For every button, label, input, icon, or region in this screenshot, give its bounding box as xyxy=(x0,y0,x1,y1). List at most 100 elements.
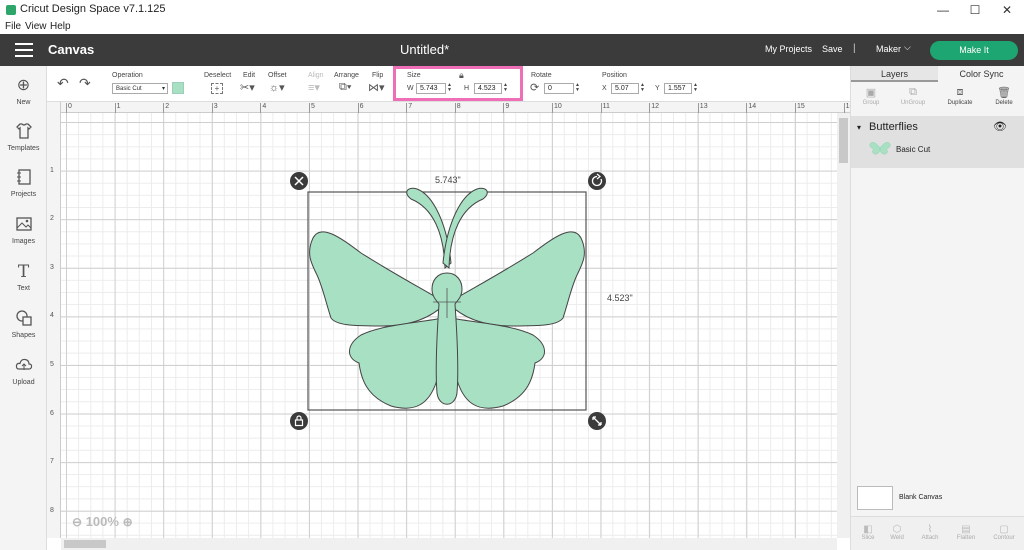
lock-icon[interactable]: 🔒︎ xyxy=(459,70,464,81)
trash-icon: 🗑︎ xyxy=(997,87,1011,99)
align-icon: ≡▾ xyxy=(308,82,320,94)
rotate-stepper-icon[interactable]: ▲ ▼ xyxy=(575,83,580,93)
ruler-left: 1 2 3 4 5 6 7 8 xyxy=(47,102,61,538)
y-position-field[interactable]: 1.557 xyxy=(664,83,692,94)
attach-button[interactable]: ⌇ Attach xyxy=(913,524,947,541)
images-tool[interactable]: Images xyxy=(0,215,47,245)
ungroup-button[interactable]: ⧉ UnGroup xyxy=(893,86,933,106)
eye-icon[interactable]: 👁︎ xyxy=(993,120,1007,133)
zoom-level: 100% xyxy=(85,514,119,529)
flip-label: Flip xyxy=(372,72,384,79)
operation-color-swatch[interactable] xyxy=(172,82,184,94)
collapse-arrow-icon[interactable]: ▾ xyxy=(857,123,861,132)
ruler-left-tick: 5 xyxy=(50,361,54,368)
ungroup-label: UnGroup xyxy=(900,100,926,106)
ruler-left-tick: 7 xyxy=(50,458,54,466)
ruler-top-tick: 11 xyxy=(600,103,610,113)
layer-thumbnail xyxy=(869,140,891,156)
attach-label: Attach xyxy=(921,535,939,541)
arrange-icon[interactable]: ⧉▾ xyxy=(339,81,351,94)
design-canvas[interactable]: 5.743" 4.523" xyxy=(61,113,837,538)
ruler-top-tick: 4 xyxy=(260,103,266,113)
flip-icon[interactable]: ⋈▾ xyxy=(368,81,385,94)
menu-help[interactable]: Help xyxy=(50,21,71,32)
group-label: Group xyxy=(862,100,880,106)
layer-group-butterflies[interactable]: ▾ Butterflies 👁︎ Basic Cut xyxy=(851,116,1024,168)
ruler-left-tick: 8 xyxy=(50,506,54,514)
edit-label: Edit xyxy=(243,72,256,79)
deselect-icon[interactable]: + xyxy=(211,83,223,94)
title-bar: Cricut Design Space v7.1.125 — ☐ ✕ xyxy=(0,0,1024,20)
operation-select[interactable]: Basic Cut ▾ xyxy=(112,83,168,94)
weld-label: Weld xyxy=(890,535,904,541)
menu-file[interactable]: File xyxy=(5,21,21,32)
width-field[interactable]: 5.743 xyxy=(416,83,446,94)
machine-selector[interactable]: Maker xyxy=(876,44,901,54)
chevron-down-icon[interactable]: ⌵ xyxy=(904,42,911,53)
offset-icon[interactable]: ☼▾ xyxy=(269,81,285,94)
shapes-tool[interactable]: Shapes xyxy=(0,309,47,339)
contour-button[interactable]: ▢ Contour xyxy=(987,524,1021,541)
upload-icon xyxy=(14,356,34,376)
hamburger-menu-icon[interactable] xyxy=(15,43,33,57)
deselect-label: Deselect xyxy=(204,72,232,79)
operation-value: Basic Cut xyxy=(116,86,142,92)
templates-tool[interactable]: Templates xyxy=(0,122,47,152)
menu-bar: File View Help xyxy=(0,20,1024,34)
rotate-field[interactable]: 0 xyxy=(544,83,574,94)
upload-tool[interactable]: Upload xyxy=(0,356,47,386)
redo-icon[interactable]: ↷ xyxy=(79,75,91,92)
width-stepper-icon[interactable]: ▲ ▼ xyxy=(447,83,452,93)
duplicate-button[interactable]: ⧈ Duplicate xyxy=(940,86,980,106)
save-link[interactable]: Save xyxy=(822,44,843,54)
delete-button[interactable]: 🗑︎ Delete xyxy=(984,86,1024,106)
header-separator: | xyxy=(853,43,856,54)
maximize-button[interactable]: ☐ xyxy=(967,2,983,18)
minimize-button[interactable]: — xyxy=(935,2,951,18)
y-stepper-icon[interactable]: ▲ ▼ xyxy=(693,83,698,93)
tab-layers[interactable]: Layers xyxy=(851,66,938,82)
shirt-icon xyxy=(14,122,34,142)
vertical-scrollbar[interactable] xyxy=(837,113,850,538)
ruler-top-tick: 15 xyxy=(795,103,805,113)
horizontal-scroll-thumb[interactable] xyxy=(64,540,106,548)
text-tool[interactable]: T Text xyxy=(0,262,47,292)
ruler-top-tick: 12 xyxy=(649,103,659,113)
layer-name[interactable]: Basic Cut xyxy=(896,145,930,154)
weld-button[interactable]: ⬡ Weld xyxy=(880,524,914,541)
ruler-left-tick: 4 xyxy=(50,312,54,320)
tab-color-sync[interactable]: Color Sync xyxy=(938,66,1024,82)
height-field[interactable]: 4.523 xyxy=(474,83,502,94)
height-stepper-icon[interactable]: ▲ ▼ xyxy=(503,83,508,93)
paperclip-icon: ⌇ xyxy=(927,524,933,535)
contour-icon: ▢ xyxy=(999,524,1009,535)
ungroup-icon: ⧉ xyxy=(909,86,917,98)
group-button[interactable]: ▣ Group xyxy=(851,86,891,106)
image-icon xyxy=(14,215,34,235)
layers-panel: Layers Color Sync ▣ Group ⧉ UnGroup ⧈ Du… xyxy=(850,66,1024,550)
blank-canvas-swatch[interactable] xyxy=(857,486,893,510)
arrange-label: Arrange xyxy=(334,72,359,79)
flatten-icon: ▤ xyxy=(961,524,971,535)
menu-view[interactable]: View xyxy=(25,21,47,32)
close-window-button[interactable]: ✕ xyxy=(999,2,1015,18)
horizontal-scrollbar[interactable] xyxy=(61,538,837,550)
new-tool[interactable]: ⊕ New xyxy=(0,76,47,106)
undo-icon[interactable]: ↶ xyxy=(57,75,69,92)
projects-tool[interactable]: Projects xyxy=(0,168,47,198)
edit-tools-icon[interactable]: ✂▾ xyxy=(240,81,255,94)
make-it-button[interactable]: Make It xyxy=(930,41,1018,60)
lock-handle-icon xyxy=(290,412,308,430)
my-projects-link[interactable]: My Projects xyxy=(765,44,812,54)
x-stepper-icon[interactable]: ▲ ▼ xyxy=(640,83,645,93)
upload-label: Upload xyxy=(12,379,35,386)
zoom-out-icon[interactable]: ⊖ xyxy=(72,515,82,529)
text-icon: T xyxy=(17,262,30,282)
vertical-scroll-thumb[interactable] xyxy=(839,118,848,163)
x-position-field[interactable]: 5.07 xyxy=(611,83,639,94)
flatten-button[interactable]: ▤ Flatten xyxy=(949,524,983,541)
ruler-top-tick: 3 xyxy=(211,103,218,113)
projects-label: Projects xyxy=(10,191,37,198)
ruler-top-tick: 8 xyxy=(454,103,461,113)
zoom-in-icon[interactable]: ⊕ xyxy=(123,515,133,529)
